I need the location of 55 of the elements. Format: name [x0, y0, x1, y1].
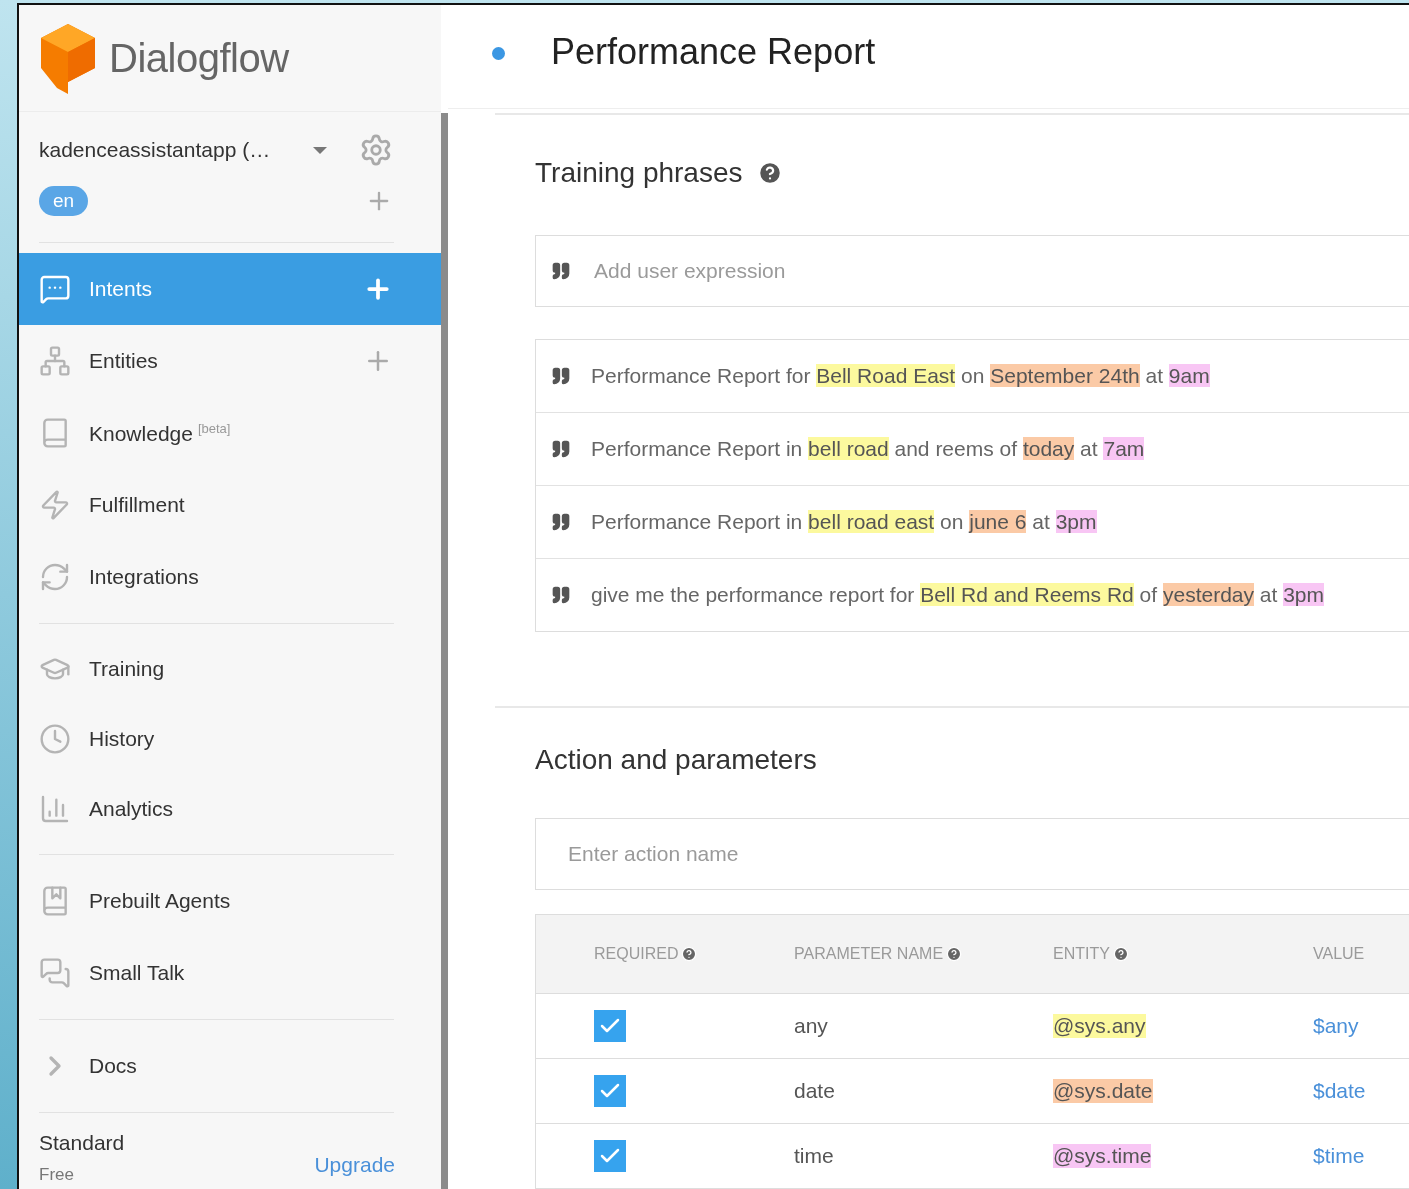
- plan-name: Standard: [39, 1131, 125, 1155]
- sidebar-item[interactable]: Small Talk: [19, 937, 441, 1009]
- dropdown-caret-icon[interactable]: [313, 146, 327, 154]
- sidebar-item[interactable]: Analytics: [19, 774, 441, 844]
- action-name-field[interactable]: Enter action name: [535, 818, 1409, 890]
- column-header: VALUE: [1313, 945, 1365, 963]
- parameter-name[interactable]: any: [794, 1014, 828, 1038]
- quote-icon: [551, 439, 571, 459]
- column-header: PARAMETER NAME: [794, 945, 944, 963]
- training-phrase[interactable]: Performance Report for Bell Road East on September 24th at 9am: [591, 364, 1210, 388]
- nav-icon: [39, 957, 71, 989]
- sidebar-item[interactable]: Fulfillment: [19, 469, 441, 541]
- nav-icon: [39, 723, 71, 755]
- required-checkbox[interactable]: [594, 1010, 626, 1042]
- quote-icon: [551, 366, 571, 386]
- quote-icon: [551, 585, 571, 605]
- sidebar-item[interactable]: Prebuilt Agents: [19, 865, 441, 937]
- sidebar-item[interactable]: Docs: [19, 1030, 441, 1102]
- entity-tag[interactable]: @sys.time: [1053, 1144, 1152, 1168]
- help-icon[interactable]: [1112, 946, 1129, 962]
- help-icon[interactable]: [946, 946, 963, 962]
- nav-icon: [39, 273, 71, 305]
- nav-icon: [39, 561, 71, 593]
- help-icon[interactable]: [681, 946, 698, 962]
- training-phrase[interactable]: Performance Report in bell road and reems of today at 7am: [591, 437, 1145, 461]
- sidebar-item[interactable]: History: [19, 704, 441, 774]
- required-checkbox[interactable]: [594, 1075, 626, 1107]
- column-header: REQUIRED: [594, 945, 679, 963]
- plan-tier-label: Free: [39, 1165, 75, 1185]
- training-phrase[interactable]: Performance Report in bell road east on june 6 at 3pm: [591, 510, 1097, 534]
- agent-name[interactable]: kadenceassistantapp (…: [39, 138, 313, 162]
- sidebar-item[interactable]: Entities: [19, 325, 441, 397]
- nav-icon: [39, 793, 71, 825]
- column-header: ENTITY: [1053, 945, 1110, 963]
- sidebar-item[interactable]: Integrations: [19, 541, 441, 613]
- entity-tag[interactable]: @sys.any: [1053, 1014, 1146, 1038]
- quote-icon: [551, 512, 571, 532]
- sidebar-item[interactable]: Knowledge $^{[beta]}$: [19, 397, 441, 469]
- section-title: Training phrases: [535, 157, 743, 189]
- required-checkbox[interactable]: [594, 1140, 626, 1172]
- entity-tag[interactable]: @sys.date: [1053, 1079, 1153, 1103]
- nav-icon: [39, 489, 71, 521]
- scrollbar[interactable]: [441, 113, 448, 1189]
- parameter-name[interactable]: date: [794, 1079, 835, 1103]
- parameter-name[interactable]: time: [794, 1144, 834, 1168]
- section-title: Action and parameters: [535, 744, 817, 776]
- training-phrase[interactable]: give me the performance report for Bell Rd and Reems Rd of yesterday at 3pm: [591, 583, 1325, 607]
- settings-icon[interactable]: [359, 133, 393, 167]
- brand-name: Dialogflow: [109, 35, 289, 81]
- nav-icon: [39, 345, 71, 377]
- logo-icon: [39, 22, 97, 94]
- sidebar-item[interactable]: Training: [19, 634, 441, 704]
- intent-title[interactable]: Performance Report: [551, 30, 876, 73]
- status-dot-icon: [492, 47, 505, 60]
- expression-field[interactable]: Add user expression: [535, 235, 1409, 307]
